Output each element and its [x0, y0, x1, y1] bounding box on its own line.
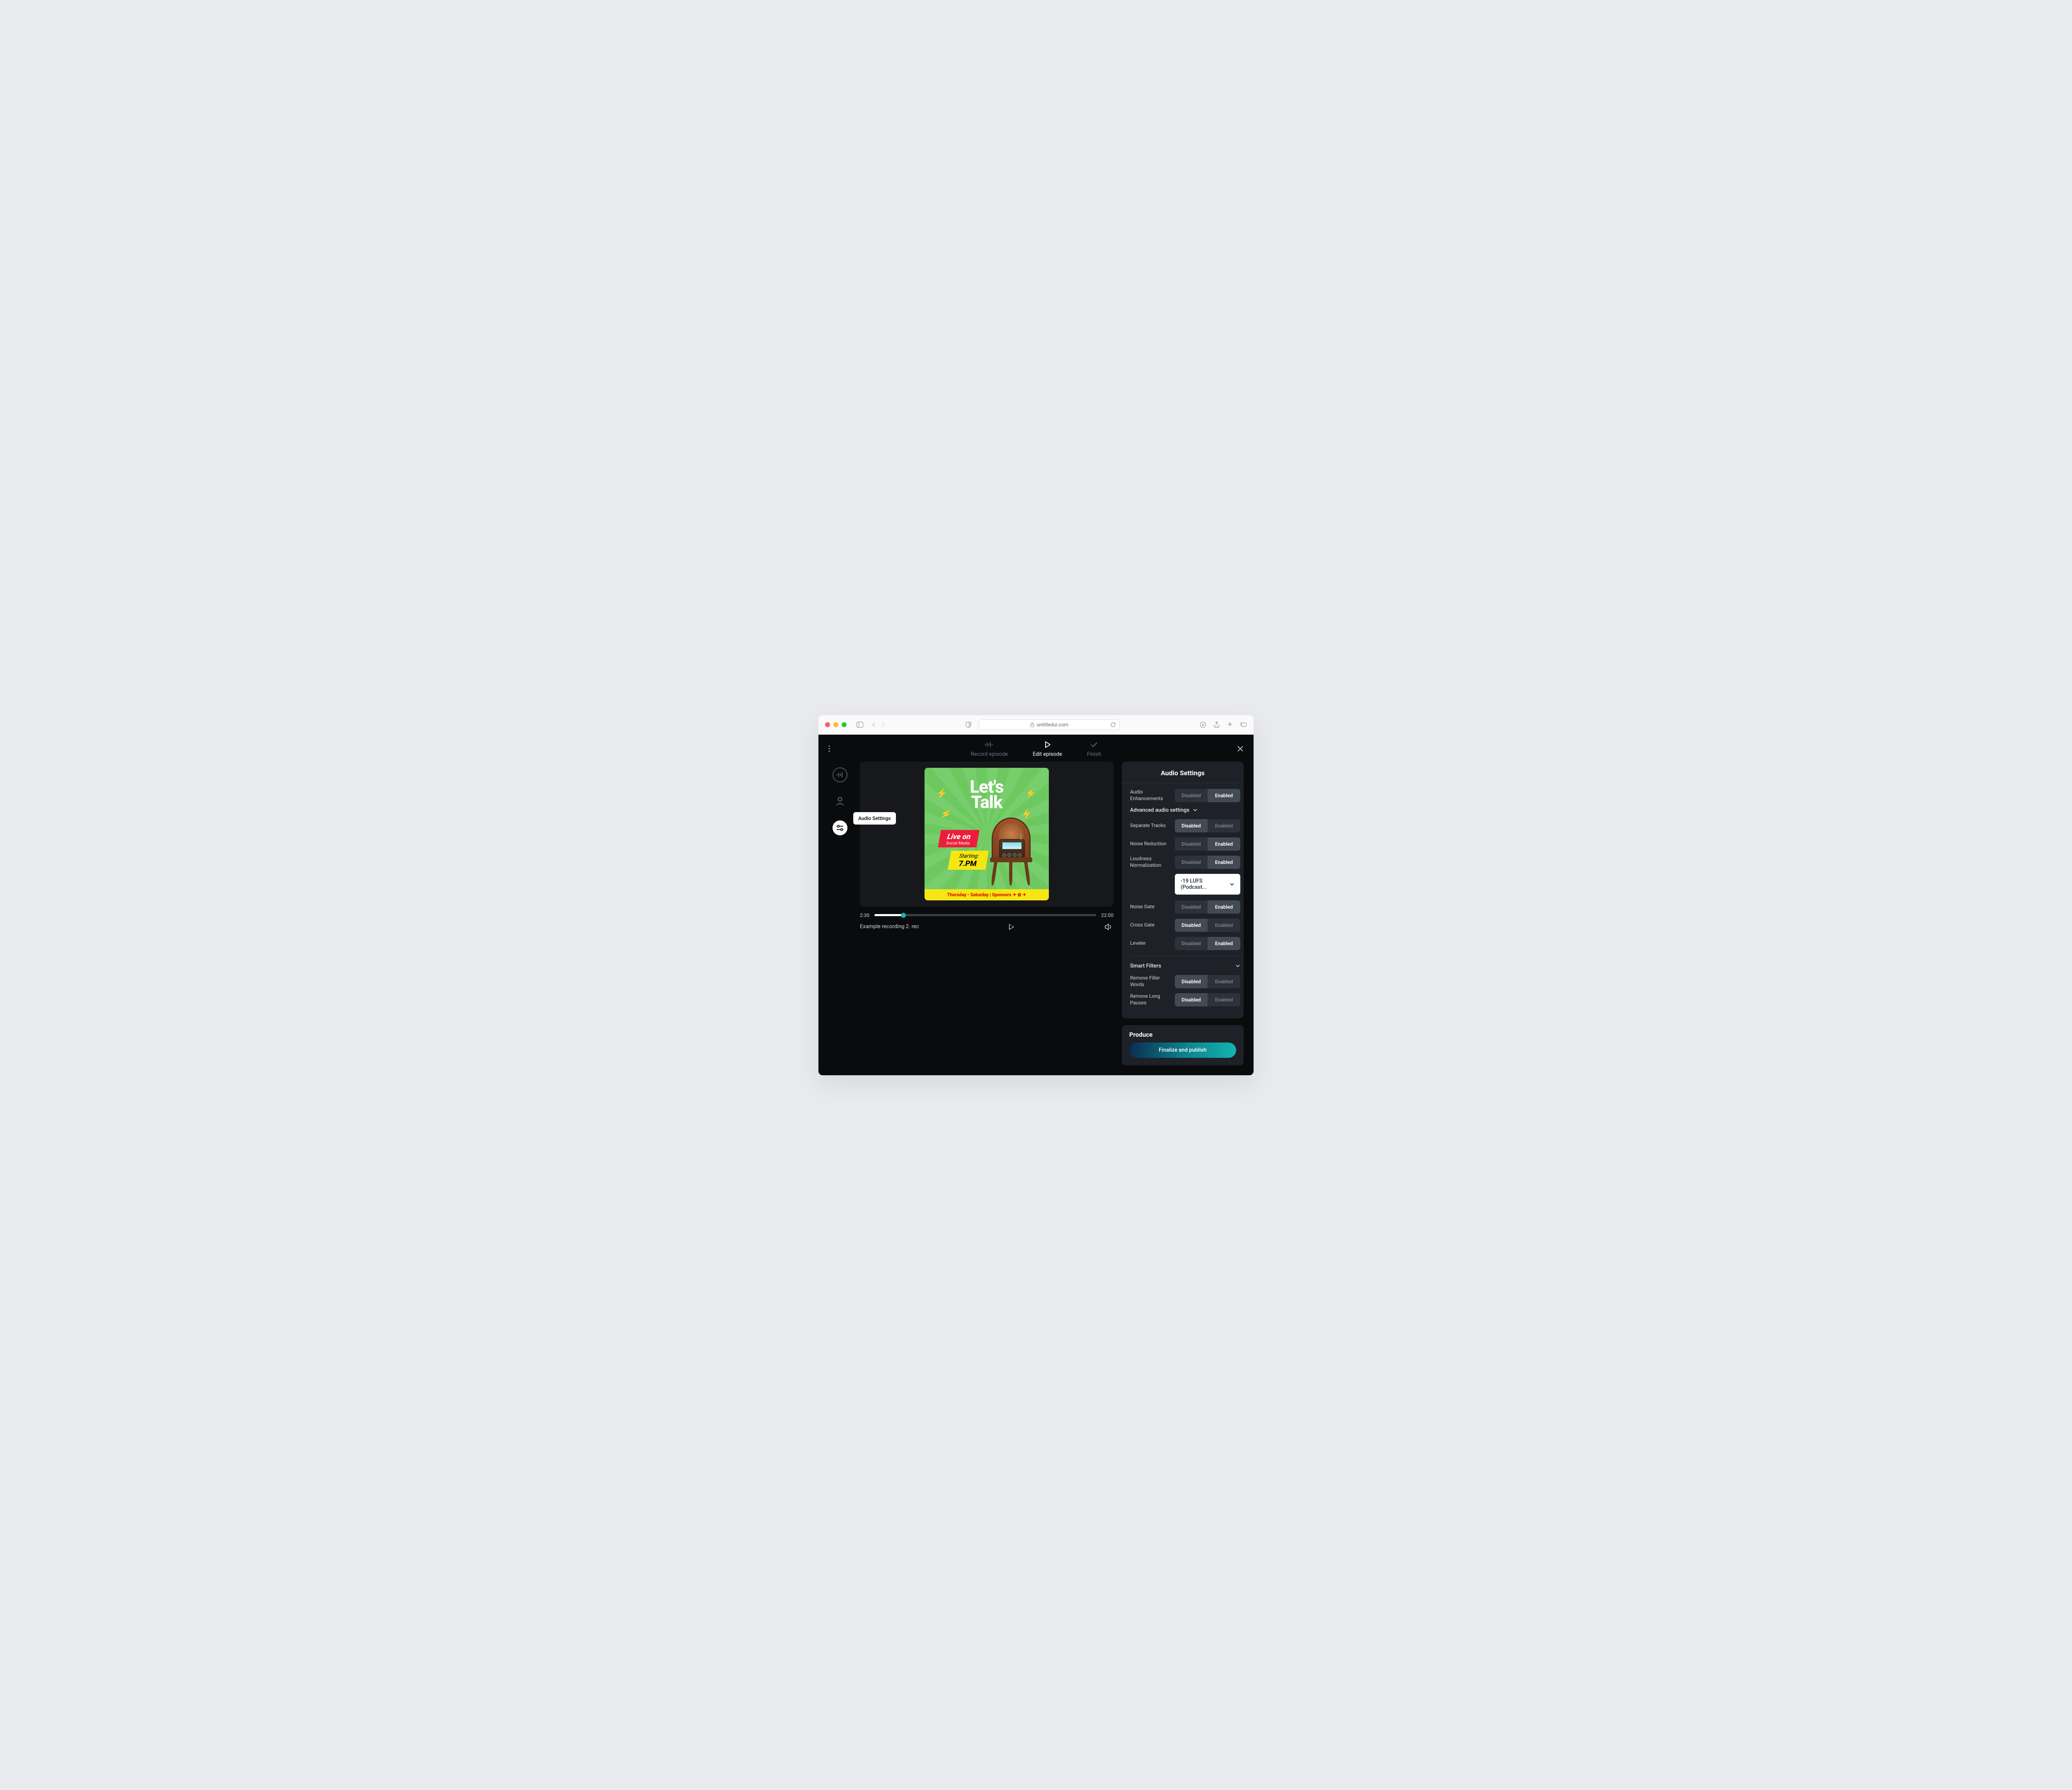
main-column: Let's Talk ⚡⚡⚡⚡ Live on Social Media Sta… [860, 762, 1113, 931]
privacy-shield-icon[interactable] [966, 721, 971, 728]
toggle-disabled[interactable]: Disabled [1175, 789, 1208, 802]
cover-illustration [984, 818, 1038, 888]
toggle-noise-reduction: Disabled Enabled [1175, 837, 1240, 851]
setting-noise-reduction: Noise Reduction Disabled Enabled [1130, 837, 1240, 851]
toggle-separate-tracks: Disabled Enabled [1175, 819, 1240, 832]
produce-title: Produce [1129, 1031, 1236, 1038]
download-icon[interactable] [1200, 721, 1206, 728]
toggle-enabled[interactable]: Enabled [1208, 937, 1240, 950]
toggle-leveler: Disabled Enabled [1175, 937, 1240, 950]
episode-cover: Let's Talk ⚡⚡⚡⚡ Live on Social Media Sta… [925, 768, 1049, 900]
app-body: Record episode Edit episode Finish [818, 735, 1254, 1075]
toggle-disabled[interactable]: Disabled [1175, 856, 1208, 869]
produce-card: Produce Finalize and publish [1122, 1025, 1244, 1065]
rail-audio-button[interactable] [833, 767, 847, 782]
app-topbar: Record episode Edit episode Finish [818, 735, 1254, 762]
url-bar[interactable]: untitledui.com [979, 719, 1120, 730]
toggle-enabled[interactable]: Enabled [1208, 856, 1240, 869]
left-rail: Audio Settings [828, 762, 852, 835]
rail-settings-button[interactable] [833, 820, 847, 835]
toggle-enabled[interactable]: Enabled [1208, 993, 1240, 1006]
url-text: untitledui.com [1037, 722, 1068, 728]
setting-leveler: Leveler Disabled Enabled [1130, 937, 1240, 950]
setting-noise-gate: Noise Gate Disabled Enabled [1130, 900, 1240, 914]
toggle-enabled[interactable]: Enabled [1208, 919, 1240, 932]
toggle-disabled[interactable]: Disabled [1175, 937, 1208, 950]
toggle-disabled[interactable]: Disabled [1175, 900, 1208, 914]
refresh-icon[interactable] [1110, 722, 1116, 728]
smart-filters-expander[interactable]: Smart Filters [1130, 963, 1240, 969]
toggle-enabled[interactable]: Enabled [1208, 975, 1240, 988]
cover-yellow-banner: Starting: 7.PM [948, 851, 989, 870]
waveform-icon [985, 740, 994, 749]
progress-bar[interactable] [874, 914, 1096, 916]
browser-chrome: untitledui.com [818, 715, 1254, 735]
toggle-noise-gate: Disabled Enabled [1175, 900, 1240, 914]
total-time: 22:00 [1101, 912, 1113, 918]
window-zoom-button[interactable] [842, 722, 847, 727]
nav-back-button[interactable] [871, 722, 876, 728]
audio-settings-panel: Audio Settings Audio Enhancements Disabl… [1122, 762, 1244, 1018]
chevron-down-icon [1230, 882, 1234, 887]
toggle-enabled[interactable]: Enabled [1208, 819, 1240, 832]
window-close-button[interactable] [825, 722, 830, 727]
step-label: Record episode [971, 751, 1008, 757]
lock-icon [1030, 722, 1034, 727]
toggle-disabled[interactable]: Disabled [1175, 993, 1208, 1006]
new-tab-icon[interactable] [1227, 721, 1233, 728]
rail-profile-button[interactable] [833, 794, 847, 809]
setting-separate-tracks: Separate Tracks Disabled Enabled [1130, 819, 1240, 832]
advanced-audio-expander[interactable]: Advanced audio settings [1130, 807, 1240, 813]
window-minimize-button[interactable] [833, 722, 838, 727]
nav-forward-button[interactable] [881, 722, 886, 728]
step-label: Finish [1087, 751, 1101, 757]
chevron-down-icon [1235, 963, 1240, 968]
toggle-loudness-normalization: Disabled Enabled [1175, 856, 1240, 869]
app-window: untitledui.com Record episode [818, 715, 1254, 1075]
file-name: Example recording 2. rec [860, 924, 919, 930]
traffic-lights [825, 722, 847, 727]
toggle-enabled[interactable]: Enabled [1208, 789, 1240, 802]
cover-footer-strip: Thursday - Saturday | Sponsors ✦ ✿ ✦ [925, 889, 1049, 900]
current-time: 2:30 [860, 912, 869, 918]
step-label: Edit episode [1033, 751, 1062, 757]
cover-red-banner: Live on Social Media [938, 830, 980, 847]
setting-audio-enhancements: Audio Enhancements Disabled Enabled [1130, 789, 1240, 802]
close-button[interactable] [1227, 745, 1244, 752]
panel-title: Audio Settings [1122, 762, 1244, 783]
toggle-disabled[interactable]: Disabled [1175, 919, 1208, 932]
chevron-down-icon [1193, 808, 1198, 813]
share-icon[interactable] [1214, 721, 1220, 728]
step-edit[interactable]: Edit episode [1033, 740, 1062, 757]
finalize-publish-button[interactable]: Finalize and publish [1129, 1043, 1236, 1058]
setting-cross-gate: Cross Gate Disabled Enabled [1130, 919, 1240, 932]
sidebar-toggle-icon[interactable] [857, 722, 863, 728]
toggle-enabled[interactable]: Enabled [1208, 900, 1240, 914]
setting-loudness-normalization: Loudness Normalization Disabled Enabled [1130, 856, 1240, 869]
lufs-dropdown[interactable]: -19 LUFS (Podcast... [1175, 874, 1240, 895]
play-icon [1044, 740, 1051, 749]
setting-remove-filler: Remove Filler Words Disabled Enabled [1130, 975, 1240, 988]
preview-area: Let's Talk ⚡⚡⚡⚡ Live on Social Media Sta… [860, 762, 1113, 907]
step-record[interactable]: Record episode [971, 740, 1008, 757]
toggle-disabled[interactable]: Disabled [1175, 819, 1208, 832]
menu-dots-button[interactable] [828, 745, 845, 752]
progress-thumb[interactable] [901, 913, 906, 918]
player: 2:30 22:00 Example recording 2. rec [860, 912, 1113, 931]
volume-button[interactable] [1104, 923, 1113, 931]
rail-tooltip: Audio Settings [853, 812, 896, 825]
setting-remove-pauses: Remove Long Pauses Disabled Enabled [1130, 993, 1240, 1006]
toggle-remove-filler: Disabled Enabled [1175, 975, 1240, 988]
check-icon [1090, 740, 1098, 749]
lufs-value: -19 LUFS (Podcast... [1181, 878, 1230, 890]
tabs-icon[interactable] [1240, 721, 1247, 728]
toggle-cross-gate: Disabled Enabled [1175, 919, 1240, 932]
toggle-disabled[interactable]: Disabled [1175, 837, 1208, 851]
toggle-enabled[interactable]: Enabled [1208, 837, 1240, 851]
step-finish[interactable]: Finish [1087, 740, 1101, 757]
toggle-disabled[interactable]: Disabled [1175, 975, 1208, 988]
play-button[interactable] [1008, 923, 1015, 931]
toggle-audio-enhancements: Disabled Enabled [1175, 789, 1240, 802]
toggle-remove-pauses: Disabled Enabled [1175, 993, 1240, 1006]
